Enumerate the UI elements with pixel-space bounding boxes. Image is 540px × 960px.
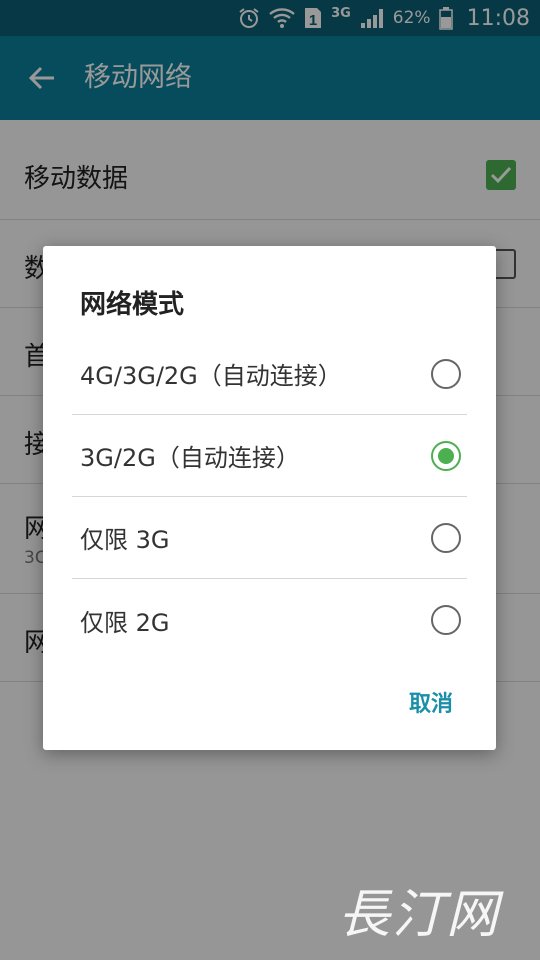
option-2g-only[interactable]: 仅限 2G [72,579,467,661]
radio-button[interactable] [431,605,461,635]
option-label: 仅限 3G [80,526,170,554]
option-label: 仅限 2G [80,608,170,637]
radio-button[interactable] [431,522,461,553]
option-4g-3g-2g[interactable]: 4G/3G/2G（自动连接） [72,333,467,415]
network-mode-dialog: 网络模式 4G/3G/2G（自动连接） 3G/2G（自动连接） 仅限 3G 仅限… [43,246,496,750]
option-3g-only[interactable]: 仅限 3G [72,497,467,579]
option-label: 4G/3G/2G（自动连接） [80,362,342,390]
option-3g-2g[interactable]: 3G/2G（自动连接） [72,415,467,497]
option-label: 3G/2G（自动连接） [80,444,300,472]
dialog-title: 网络模式 [80,290,185,320]
watermark-logo: 長汀网 [338,885,501,945]
cancel-button[interactable]: 取消 [403,682,459,722]
radio-button[interactable] [431,358,461,389]
radio-button-selected[interactable] [431,440,461,471]
